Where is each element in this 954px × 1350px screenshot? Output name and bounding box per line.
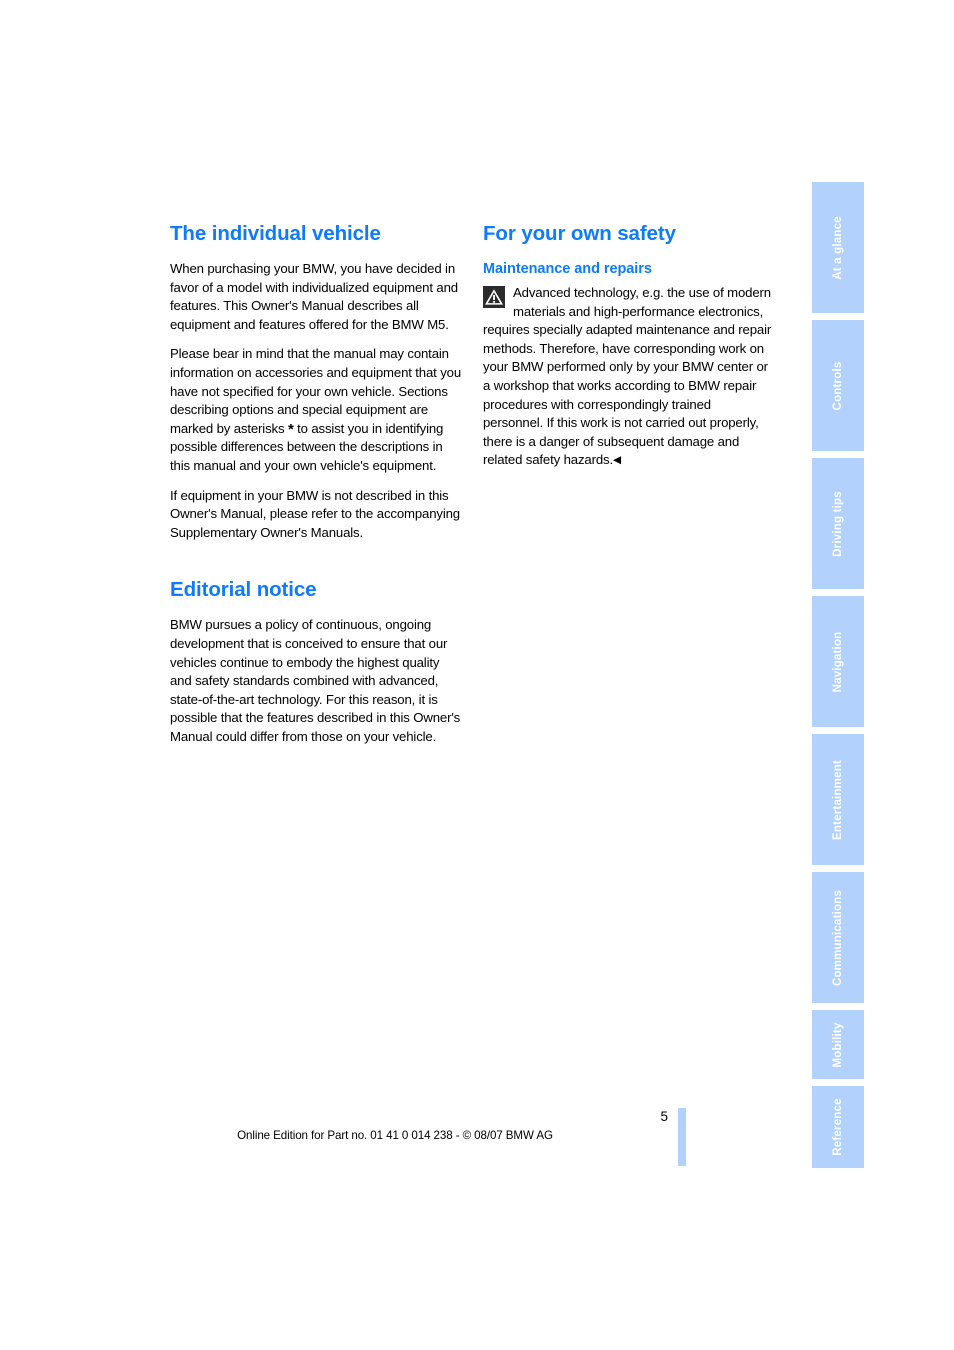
tab-navigation[interactable]: Navigation xyxy=(812,596,864,727)
tab-reference[interactable]: Reference xyxy=(812,1086,864,1168)
tab-label: At a glance xyxy=(832,215,844,280)
left-text-column: The individual vehicle When purchasing y… xyxy=(170,222,461,746)
tab-label: Controls xyxy=(832,361,844,410)
asterisk-symbol: * xyxy=(287,420,294,438)
tab-label: Driving tips xyxy=(832,490,844,557)
tab-label: Reference xyxy=(832,1098,844,1156)
warning-triangle-icon xyxy=(483,286,505,308)
paragraph: If equipment in your BMW is not describe… xyxy=(170,487,460,540)
tab-at-a-glance[interactable]: At a glance xyxy=(812,182,864,313)
tab-label: Navigation xyxy=(832,631,844,692)
subheading-maintenance-and-repairs: Maintenance and repairs xyxy=(483,261,652,277)
tab-entertainment[interactable]: Entertainment xyxy=(812,734,864,865)
paragraph: When purchasing your BMW, you have decid… xyxy=(170,261,458,332)
tab-driving-tips[interactable]: Driving tips xyxy=(812,458,864,589)
page-title-for-your-own-safety: For your own safety xyxy=(483,222,676,245)
paragraph: BMW pursues a policy of continuous, ongo… xyxy=(170,617,461,744)
page-title-the-individual-vehicle: The individual vehicle xyxy=(170,222,381,245)
tab-label: Mobility xyxy=(832,1021,844,1068)
tab-mobility[interactable]: Mobility xyxy=(812,1010,864,1079)
right-text-column: For your own safety Maintenance and repa… xyxy=(483,222,774,470)
tab-label: Communications xyxy=(832,889,844,986)
footer: Online Edition for Part no. 01 41 0 014 … xyxy=(0,1129,954,1142)
page-title-editorial-notice: Editorial notice xyxy=(170,578,317,602)
end-of-notice-marker: ◀ xyxy=(612,454,622,467)
chapter-tab-strip: At a glance Controls Driving tips Naviga… xyxy=(812,182,864,1168)
paragraph-with-asterisk: Please bear in mind that the manual may … xyxy=(170,345,461,475)
manual-page: The individual vehicle When purchasing y… xyxy=(0,0,954,1350)
warning-paragraph-text: Advanced technology, e.g. the use of mod… xyxy=(483,285,772,468)
tab-communications[interactable]: Communications xyxy=(812,872,864,1003)
tab-label: Entertainment xyxy=(832,759,844,840)
page-number: 5 xyxy=(660,1109,668,1124)
footer-text: Online Edition for Part no. 01 41 0 014 … xyxy=(237,1129,553,1142)
tab-controls[interactable]: Controls xyxy=(812,320,864,451)
warning-paragraph: Advanced technology, e.g. the use of mod… xyxy=(483,284,774,470)
